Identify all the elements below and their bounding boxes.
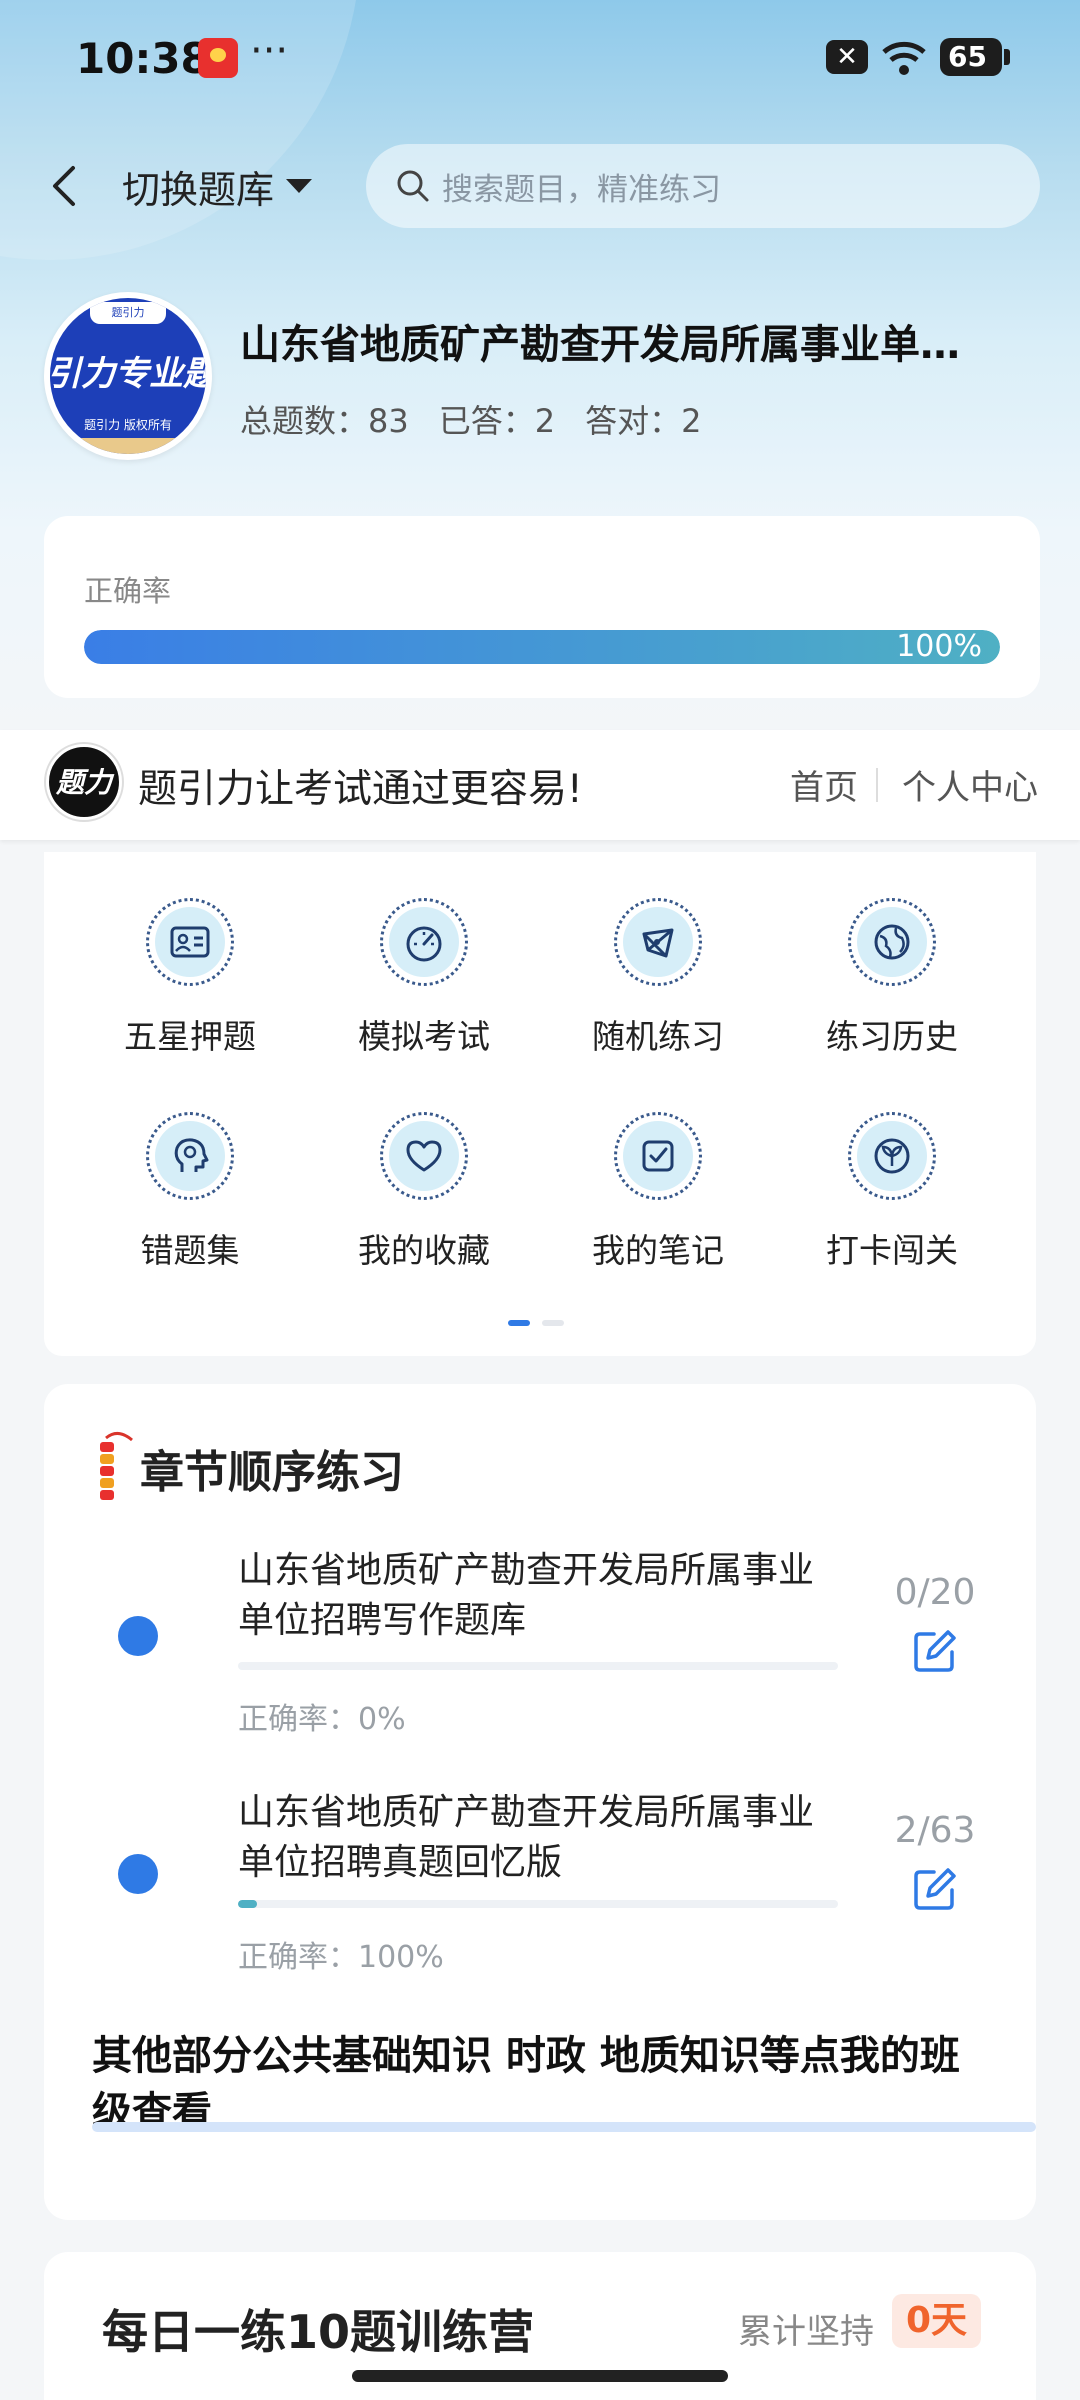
stat-answered: 已答：2 — [438, 402, 556, 440]
days-badge: 0天 — [892, 2294, 982, 2348]
chapter-progress-bar — [238, 1900, 838, 1908]
accuracy-percent: 100% — [896, 630, 982, 664]
chapter-dot — [118, 1616, 158, 1656]
chapter-accuracy: 正确率：0% — [238, 1702, 406, 1737]
bank-stats: 总题数：83 已答：2 答对：2 — [240, 396, 701, 442]
heart-icon — [406, 1140, 442, 1172]
stat-correct: 答对：2 — [585, 402, 702, 440]
grid-label: 打卡闯关 — [826, 1231, 958, 1270]
chevron-left-icon — [53, 166, 75, 206]
status-bar: 10:38 ··· ✕ 65 — [0, 0, 1080, 120]
chapter-accuracy: 正确率：100% — [238, 1940, 444, 1975]
promo-slogan: 题引力让考试通过更容易! — [138, 767, 583, 812]
grid-label: 随机练习 — [592, 1017, 724, 1056]
grid-item-notes[interactable]: 我的笔记 — [558, 1066, 758, 1270]
chapter-practice-card: 章节顺序练习 山东省地质矿产勘查开发局所属事业单位招聘写作题库 正确率：0% 0… — [44, 1384, 1036, 2220]
grid-item-history[interactable]: 练习历史 — [792, 852, 992, 1056]
page-dot-active — [508, 1320, 530, 1326]
logo-copyright: 题引力 版权所有 — [84, 418, 172, 432]
search-placeholder: 搜索题目，精准练习 — [442, 171, 721, 208]
grid-item-checkin[interactable]: 打卡闯关 — [792, 1066, 992, 1270]
head-profile-icon — [174, 1138, 209, 1172]
status-time: 10:38 — [76, 34, 210, 83]
speedometer-icon — [406, 926, 442, 962]
switch-bank-label: 切换题库 — [122, 167, 275, 212]
globe-icon — [874, 924, 910, 960]
grid-label: 练习历史 — [826, 1017, 958, 1056]
chapter-item[interactable]: 山东省地质矿产勘查开发局所属事业单位招聘真题回忆版 正确率：100% 2/63 — [44, 1788, 1036, 2008]
accuracy-progress-bar: 100% — [84, 630, 1000, 664]
feature-grid: 五星押题 模拟考试 随机练习 练习历史 错题集 我的收藏 我的笔记 打卡闯关 — [44, 852, 1036, 1356]
personal-center-link[interactable]: 个人中心 — [902, 760, 1038, 809]
chapter-item[interactable]: 山东省地质矿产勘查开发局所属事业单位招聘写作题库 正确率：0% 0/20 — [44, 1546, 1036, 1766]
accuracy-label: 正确率 — [84, 574, 172, 608]
firecracker-icon — [100, 1432, 133, 1500]
brand-logo: 题力 — [46, 744, 122, 820]
more-notifications-icon: ··· — [250, 28, 289, 74]
leaf-badge-icon — [874, 1138, 910, 1174]
link-divider — [876, 768, 878, 802]
stat-total: 总题数：83 — [240, 402, 409, 440]
grid-label: 错题集 — [140, 1231, 240, 1270]
home-link[interactable]: 首页 — [790, 760, 858, 809]
edit-icon[interactable] — [912, 1628, 958, 1674]
chapter-count: 0/20 — [894, 1572, 976, 1613]
top-nav: 切换题库 搜索题目，精准练习 — [0, 140, 1080, 230]
edit-icon[interactable] — [912, 1866, 958, 1912]
chapter-name: 山东省地质矿产勘查开发局所属事业单位招聘写作题库 — [238, 1550, 815, 1641]
promo-bar: 题力 题引力让考试通过更容易! 首页 个人中心 — [0, 730, 1080, 840]
logo-tag: 题引力 — [90, 302, 166, 324]
back-button[interactable] — [40, 156, 88, 216]
network-icon — [642, 928, 674, 958]
gift-app-icon — [198, 38, 238, 78]
caret-down-icon — [286, 179, 313, 193]
bank-logo: 题引力 引力专业题 题引力 版权所有 — [44, 292, 212, 460]
chapter-name: 山东省地质矿产勘查开发局所属事业单位招聘真题回忆版 — [238, 1792, 815, 1883]
grid-item-wrong-answers[interactable]: 错题集 — [90, 1066, 290, 1270]
chapter-dot — [118, 1854, 158, 1894]
keep-label: 累计坚持 — [738, 2312, 874, 2352]
wifi-icon — [882, 41, 926, 75]
chapter-count: 2/63 — [894, 1810, 976, 1851]
page-indicator — [508, 1320, 564, 1326]
grid-label: 我的笔记 — [592, 1231, 724, 1270]
search-icon — [397, 170, 429, 202]
id-card-icon — [170, 926, 210, 958]
link-underline — [92, 2122, 1036, 2132]
accuracy-card: 正确率 100% — [44, 516, 1040, 698]
note-check-icon — [642, 1140, 674, 1172]
chapter-progress-bar — [238, 1662, 838, 1670]
bank-title: 山东省地质矿产勘查开发局所属事业单… — [240, 322, 960, 368]
grid-label: 我的收藏 — [358, 1231, 490, 1270]
grid-item-five-star[interactable]: 五星押题 — [90, 852, 290, 1056]
search-input[interactable]: 搜索题目，精准练习 — [366, 144, 1040, 228]
accuracy-progress-fill — [84, 630, 1000, 664]
logo-text: 引力专业题 — [50, 354, 206, 394]
battery-icon: 65 — [940, 38, 1010, 76]
switch-bank-dropdown[interactable]: 切换题库 — [122, 156, 313, 216]
grid-label: 五星押题 — [124, 1017, 256, 1056]
grid-label: 模拟考试 — [358, 1017, 490, 1056]
signal-off-icon: ✕ — [826, 40, 868, 74]
page-dot — [542, 1320, 564, 1326]
daily-title: 每日一练10题训练营 — [102, 2305, 535, 2359]
grid-item-favorites[interactable]: 我的收藏 — [324, 1066, 524, 1270]
grid-item-mock-exam[interactable]: 模拟考试 — [324, 852, 524, 1056]
chapter-title: 章节顺序练习 — [140, 1447, 404, 1498]
home-indicator[interactable] — [352, 2370, 728, 2382]
grid-item-random-practice[interactable]: 随机练习 — [558, 852, 758, 1056]
